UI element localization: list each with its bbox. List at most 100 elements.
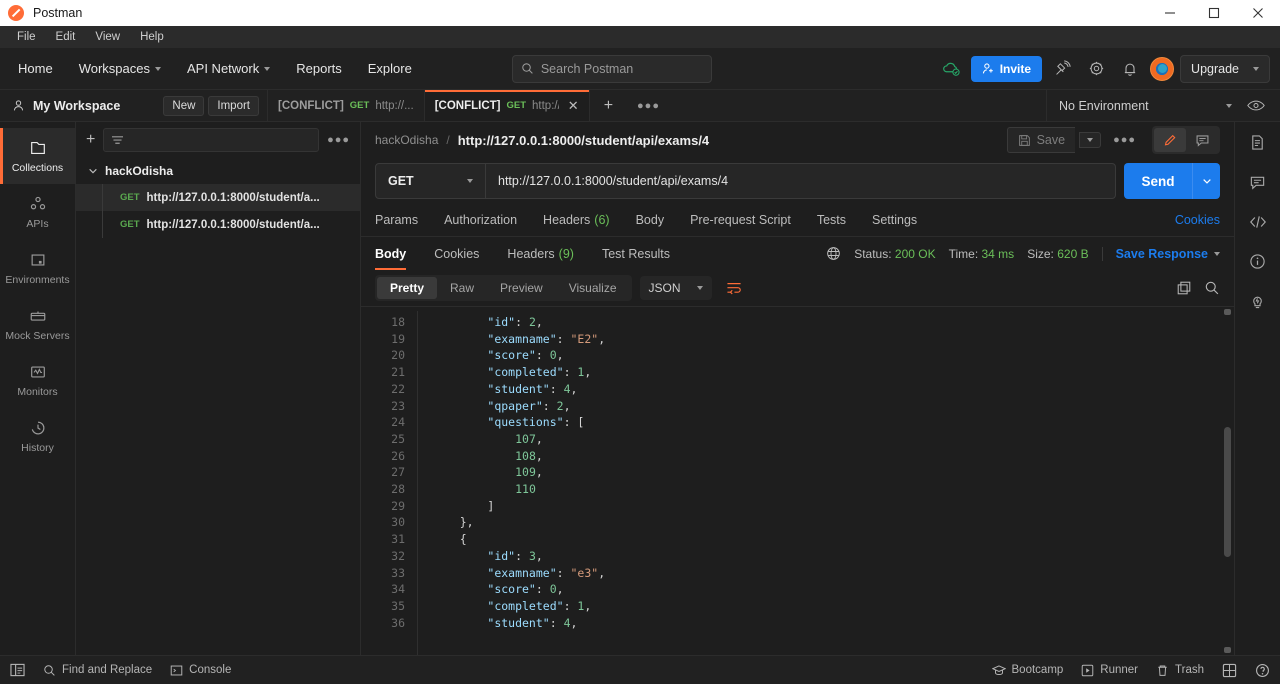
bootcamp-button[interactable]: Bootcamp: [991, 664, 1063, 676]
tab-authorization[interactable]: Authorization: [431, 213, 530, 227]
tab-headers[interactable]: Headers (6): [530, 213, 623, 227]
gear-icon[interactable]: [1082, 55, 1110, 83]
method-selector[interactable]: GET: [376, 164, 486, 198]
nav-explore[interactable]: Explore: [356, 55, 424, 82]
breadcrumb-collection[interactable]: hackOdisha: [375, 133, 438, 147]
minimize-button[interactable]: [1148, 0, 1192, 26]
layout-toggle-button[interactable]: [1222, 663, 1237, 678]
add-collection-button[interactable]: +: [86, 132, 95, 148]
status-bar: Find and Replace Console Bootcamp Runner…: [0, 655, 1280, 684]
nav-api-network[interactable]: API Network: [175, 55, 282, 82]
response-tab-headers[interactable]: Headers (9): [493, 237, 588, 270]
code-line: "score": 0,: [432, 581, 1234, 598]
response-tab-cookies[interactable]: Cookies: [420, 237, 493, 270]
save-dropdown-button[interactable]: [1079, 132, 1102, 148]
view-raw[interactable]: Raw: [437, 277, 487, 299]
send-button[interactable]: Send: [1124, 163, 1192, 199]
help-button[interactable]: [1255, 663, 1270, 678]
request-tab-active[interactable]: [CONFLICT] GET http://... ✕: [424, 90, 590, 121]
search-input[interactable]: Search Postman: [511, 54, 712, 83]
code-line: "completed": 1,: [432, 364, 1234, 381]
scrollbar-thumb[interactable]: [1224, 427, 1231, 557]
method-value: GET: [388, 174, 414, 188]
close-icon[interactable]: ✕: [568, 98, 579, 114]
comment-icon[interactable]: [1249, 174, 1266, 191]
collection-node-hackodisha[interactable]: hackOdisha: [76, 158, 360, 184]
send-dropdown-button[interactable]: [1192, 163, 1220, 199]
code-line: "questions": [: [432, 414, 1234, 431]
collection-request-item[interactable]: GET http://127.0.0.1:8000/student/a...: [76, 211, 360, 238]
import-button[interactable]: Import: [208, 95, 259, 116]
satellite-icon[interactable]: [1048, 55, 1076, 83]
document-icon[interactable]: [1249, 134, 1266, 151]
code-line: ]: [432, 498, 1234, 515]
new-button[interactable]: New: [163, 95, 205, 116]
tab-params[interactable]: Params: [375, 213, 431, 227]
tab-settings[interactable]: Settings: [859, 213, 930, 227]
code-icon[interactable]: [1249, 214, 1267, 230]
collection-name: hackOdisha: [105, 164, 174, 178]
response-tab-body[interactable]: Body: [375, 237, 420, 270]
sidebar-item-apis[interactable]: APIs: [0, 184, 75, 240]
upgrade-button[interactable]: Upgrade: [1180, 54, 1270, 83]
url-input[interactable]: http://127.0.0.1:8000/student/api/exams/…: [486, 174, 1115, 188]
tab-tests[interactable]: Tests: [804, 213, 859, 227]
environment-selector[interactable]: No Environment: [1047, 99, 1232, 113]
sidebar-item-environments[interactable]: Environments: [0, 240, 75, 296]
search-response-button[interactable]: [1204, 280, 1220, 296]
comment-mode-button[interactable]: [1186, 128, 1218, 152]
collections-options-icon[interactable]: ●●●: [327, 134, 350, 146]
menu-edit[interactable]: Edit: [47, 29, 85, 45]
runner-button[interactable]: Runner: [1081, 664, 1138, 677]
menu-file[interactable]: File: [8, 29, 45, 45]
tab-body[interactable]: Body: [623, 213, 678, 227]
avatar[interactable]: [1150, 56, 1175, 81]
bulb-icon[interactable]: [1249, 293, 1266, 310]
format-selector[interactable]: JSON: [639, 276, 712, 300]
response-body-code[interactable]: 18 19 20 21 22 23 24 25 26 27 28 29 30 31 32 33 34 35 36 "…: [361, 306, 1234, 655]
sidebar-item-collections[interactable]: Collections: [0, 128, 75, 184]
save-button[interactable]: Save: [1006, 127, 1076, 153]
invite-button[interactable]: Invite: [970, 55, 1043, 82]
nav-reports[interactable]: Reports: [284, 55, 354, 82]
response-tab-test-results[interactable]: Test Results: [588, 237, 684, 270]
console-button[interactable]: Console: [170, 664, 231, 677]
view-visualize[interactable]: Visualize: [556, 277, 630, 299]
maximize-button[interactable]: [1192, 0, 1236, 26]
trash-button[interactable]: Trash: [1156, 664, 1204, 677]
close-button[interactable]: [1236, 0, 1280, 26]
sidebar-item-history[interactable]: History: [0, 408, 75, 464]
save-response-button[interactable]: Save Response: [1101, 246, 1220, 261]
collection-request-item[interactable]: GET http://127.0.0.1:8000/student/a...: [76, 184, 360, 211]
info-icon[interactable]: [1249, 253, 1266, 270]
nav-workspaces[interactable]: Workspaces: [67, 55, 173, 82]
toggle-sidebar-button[interactable]: [10, 663, 25, 677]
view-preview[interactable]: Preview: [487, 277, 556, 299]
eye-icon[interactable]: [1242, 92, 1270, 120]
sidebar-item-monitors[interactable]: Monitors: [0, 352, 75, 408]
request-more-options-icon[interactable]: ●●●: [1105, 134, 1144, 146]
request-tab[interactable]: [CONFLICT] GET http://...: [268, 90, 425, 121]
nav-home[interactable]: Home: [6, 55, 65, 82]
sidebar-item-mock-servers[interactable]: Mock Servers: [0, 296, 75, 352]
menu-view[interactable]: View: [86, 29, 129, 45]
collections-panel: + ●●● hackOdisha GET http://127.0.0.1:80…: [76, 122, 361, 655]
edit-mode-button[interactable]: [1154, 128, 1186, 152]
workspace-selector[interactable]: My Workspace New Import: [0, 90, 268, 121]
collections-filter-input[interactable]: [103, 128, 320, 152]
cloud-sync-icon[interactable]: [937, 55, 965, 83]
code-token: "student": [487, 615, 550, 630]
scrollbar[interactable]: [1224, 307, 1231, 655]
wrap-lines-button[interactable]: [720, 277, 748, 299]
find-and-replace-button[interactable]: Find and Replace: [43, 664, 152, 677]
request-name: http://127.0.0.1:8000/student/a...: [146, 218, 320, 231]
tab-options-icon[interactable]: ●●●: [627, 90, 670, 121]
cookies-link[interactable]: Cookies: [1175, 213, 1220, 227]
bell-icon[interactable]: [1116, 55, 1144, 83]
window-controls: [1148, 0, 1280, 26]
new-tab-button[interactable]: +: [590, 90, 627, 121]
tab-pre-request-script[interactable]: Pre-request Script: [677, 213, 804, 227]
menu-help[interactable]: Help: [131, 29, 173, 45]
view-pretty[interactable]: Pretty: [377, 277, 438, 299]
copy-button[interactable]: [1176, 280, 1192, 296]
